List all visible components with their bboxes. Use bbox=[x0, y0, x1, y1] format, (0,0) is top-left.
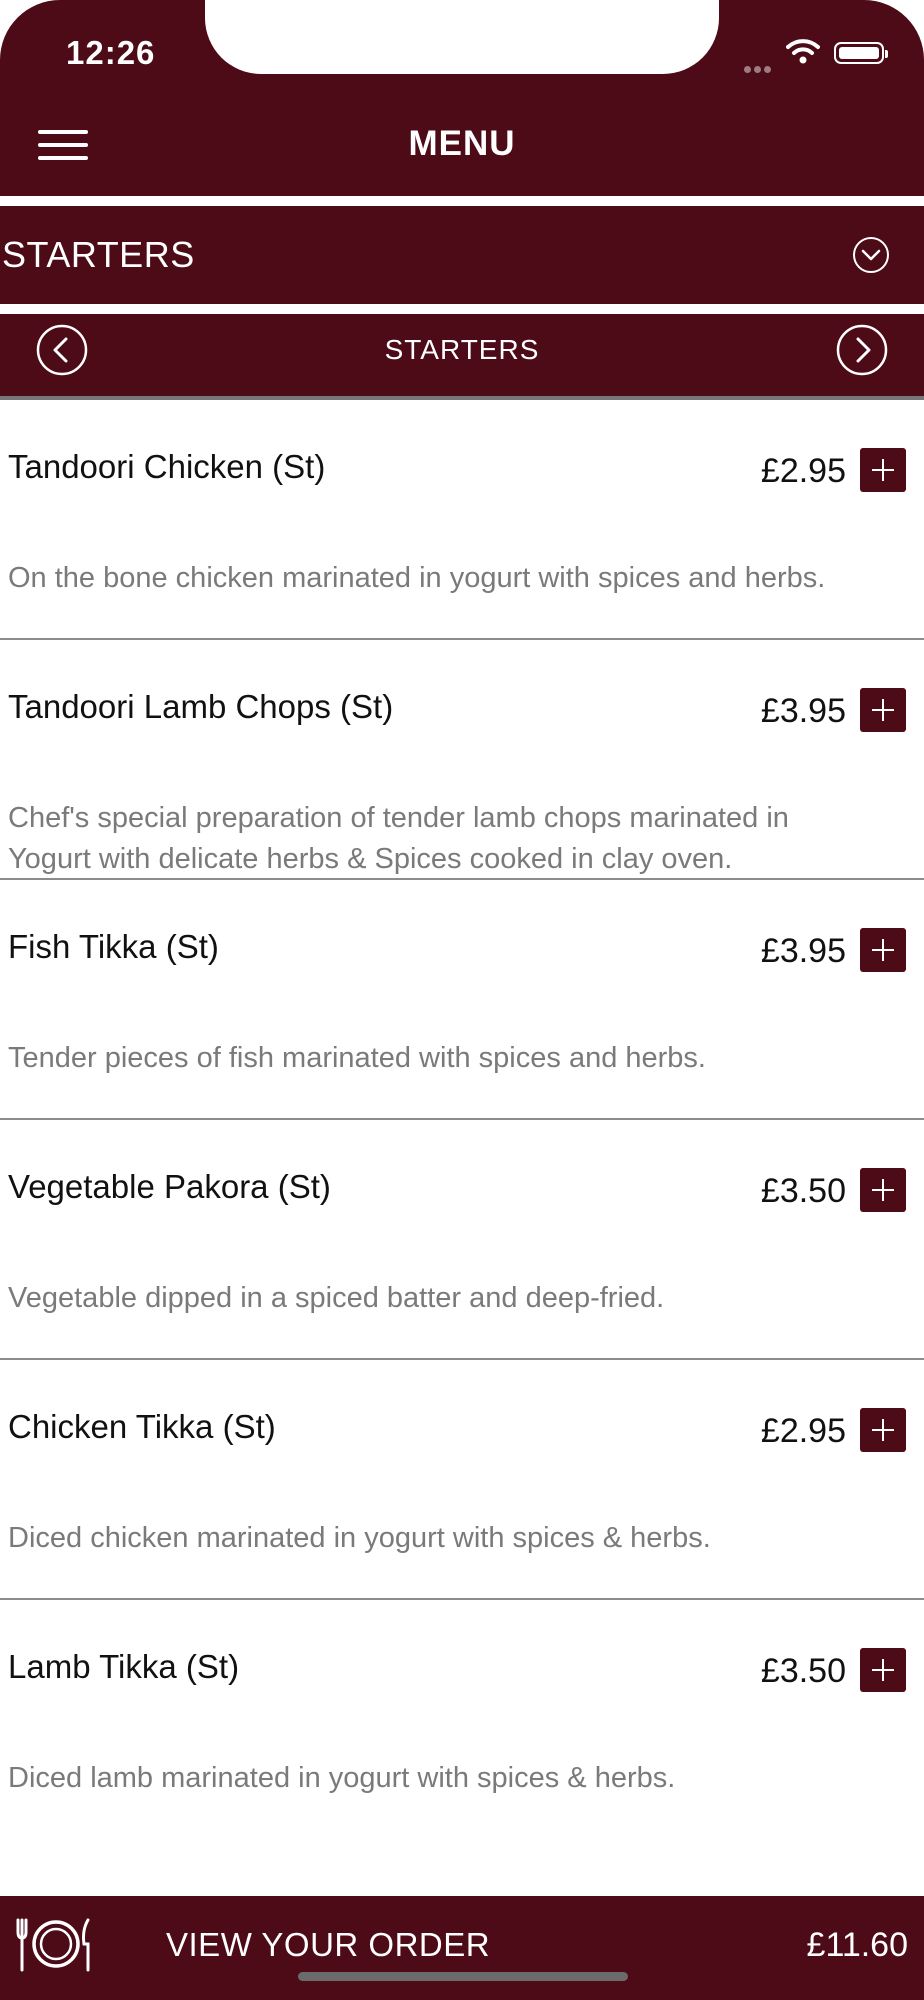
item-price: £3.50 bbox=[760, 1652, 846, 1690]
status-time: 12:26 bbox=[66, 34, 156, 71]
add-item-button[interactable] bbox=[860, 1648, 906, 1692]
home-indicator bbox=[298, 1972, 628, 1981]
plate-cutlery-icon bbox=[16, 1918, 90, 1972]
menu-item: Chicken Tikka (St) £2.95 Diced chicken m… bbox=[0, 1360, 924, 1600]
category-dropdown-value: STARTERS bbox=[2, 234, 195, 275]
next-category-icon[interactable] bbox=[836, 324, 888, 376]
nav-bar: MENU bbox=[0, 74, 924, 196]
status-bar: 12:26 bbox=[0, 0, 924, 91]
menu-item: Fish Tikka (St) £3.95 Tender pieces of f… bbox=[0, 880, 924, 1120]
item-price: £2.95 bbox=[760, 452, 846, 490]
add-item-button[interactable] bbox=[860, 448, 906, 492]
menu-item: Vegetable Pakora (St) £3.50 Vegetable di… bbox=[0, 1120, 924, 1360]
item-name: Fish Tikka (St) bbox=[8, 928, 219, 965]
item-description: Diced lamb marinated in yogurt with spic… bbox=[8, 1762, 676, 1794]
item-name: Tandoori Chicken (St) bbox=[8, 448, 326, 485]
category-dropdown[interactable]: STARTERS bbox=[0, 206, 924, 304]
item-price: £3.95 bbox=[760, 692, 846, 730]
item-name: Vegetable Pakora (St) bbox=[8, 1168, 331, 1205]
battery-icon bbox=[834, 42, 888, 64]
page-title: MENU bbox=[408, 124, 516, 163]
device-notch bbox=[205, 0, 719, 74]
view-order-label: VIEW YOUR ORDER bbox=[166, 1926, 491, 1963]
category-pager-title: STARTERS bbox=[384, 334, 540, 365]
item-price: £2.95 bbox=[760, 1412, 846, 1450]
add-item-button[interactable] bbox=[860, 1408, 906, 1452]
item-description: Diced chicken marinated in yogurt with s… bbox=[8, 1522, 711, 1554]
wifi-icon bbox=[786, 39, 820, 64]
order-total: £11.60 bbox=[806, 1926, 908, 1964]
menu-item: Tandoori Lamb Chops (St) £3.95 Chef's sp… bbox=[0, 640, 924, 880]
item-price: £3.50 bbox=[760, 1172, 846, 1210]
add-item-button[interactable] bbox=[860, 1168, 906, 1212]
item-description: Tender pieces of fish marinated with spi… bbox=[8, 1042, 706, 1074]
item-name: Lamb Tikka (St) bbox=[8, 1648, 240, 1685]
item-name: Chicken Tikka (St) bbox=[8, 1408, 276, 1445]
menu-item: Tandoori Chicken (St) £2.95 On the bone … bbox=[0, 400, 924, 640]
add-item-button[interactable] bbox=[860, 928, 906, 972]
item-description: Chef's special preparation of tender lam… bbox=[8, 802, 789, 875]
menu-item-list: Tandoori Chicken (St) £2.95 On the bone … bbox=[0, 400, 924, 1840]
view-order-button[interactable]: VIEW YOUR ORDER £11.60 bbox=[0, 1896, 924, 2000]
item-description: On the bone chicken marinated in yogurt … bbox=[8, 562, 826, 594]
category-pager: STARTERS bbox=[0, 314, 924, 400]
menu-item: Lamb Tikka (St) £3.50 Diced lamb marinat… bbox=[0, 1600, 924, 1840]
item-name: Tandoori Lamb Chops (St) bbox=[8, 688, 394, 725]
add-item-button[interactable] bbox=[860, 688, 906, 732]
status-icons bbox=[744, 38, 888, 91]
item-price: £3.95 bbox=[760, 932, 846, 970]
chevron-down-icon bbox=[853, 237, 889, 273]
item-description: Vegetable dipped in a spiced batter and … bbox=[8, 1282, 665, 1314]
